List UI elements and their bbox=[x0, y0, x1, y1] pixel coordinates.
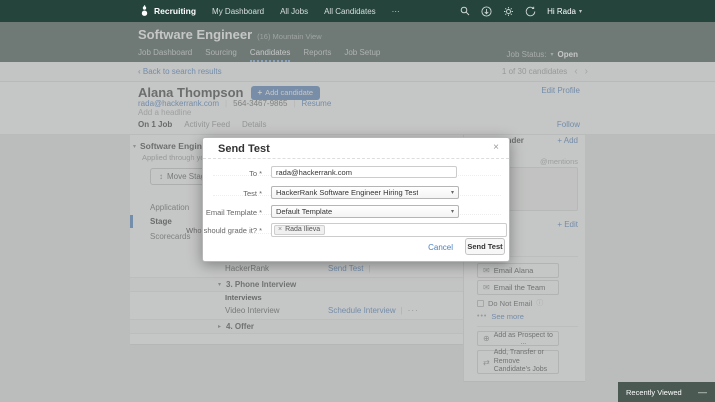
remove-tag-icon[interactable]: × bbox=[278, 226, 282, 233]
close-icon[interactable]: × bbox=[493, 142, 499, 153]
greenhouse-logo-icon bbox=[140, 5, 149, 17]
email-template-select[interactable]: Default Template ▾ bbox=[271, 205, 459, 218]
modal-title: Send Test bbox=[218, 143, 270, 155]
test-select-value: HackerRank Software Engineer Hiring Test bbox=[276, 188, 418, 197]
user-greeting: Hi Rada bbox=[547, 7, 576, 16]
grader-tag: × Rada Ilieva bbox=[274, 225, 325, 235]
user-menu[interactable]: Hi Rada ▾ bbox=[547, 7, 582, 16]
modal-header: Send Test × bbox=[203, 138, 509, 159]
chevron-down-icon: ▾ bbox=[451, 208, 454, 215]
nav-more-menu[interactable]: ··· bbox=[392, 7, 400, 16]
search-icon[interactable] bbox=[460, 6, 470, 16]
to-label: To * bbox=[249, 169, 262, 178]
grader-label: Who should grade it? * bbox=[186, 226, 262, 235]
to-input[interactable] bbox=[271, 166, 457, 178]
recently-viewed-title: Recently Viewed bbox=[626, 388, 682, 397]
recently-viewed-bar[interactable]: Recently Viewed — bbox=[618, 382, 715, 402]
navbar-right: Hi Rada ▾ bbox=[460, 0, 582, 22]
navbar-left: Recruiting My Dashboard All Jobs All Can… bbox=[140, 0, 400, 22]
grader-tag-name: Rada Ilieva bbox=[285, 226, 320, 233]
top-navbar: Recruiting My Dashboard All Jobs All Can… bbox=[0, 0, 715, 22]
cancel-link[interactable]: Cancel bbox=[428, 243, 453, 252]
settings-gear-icon[interactable] bbox=[503, 6, 514, 17]
product-name: Recruiting bbox=[154, 6, 196, 16]
chevron-down-icon: ▾ bbox=[451, 189, 454, 196]
chevron-down-icon: ▾ bbox=[579, 8, 582, 15]
nav-all-candidates[interactable]: All Candidates bbox=[324, 7, 376, 16]
email-template-label: Email Template * bbox=[206, 208, 262, 217]
minimize-icon[interactable]: — bbox=[698, 387, 707, 397]
nav-my-dashboard[interactable]: My Dashboard bbox=[212, 7, 264, 16]
recruiting-brand[interactable]: Recruiting bbox=[140, 5, 196, 17]
test-label: Test * bbox=[243, 189, 262, 198]
app-screen: Recruiting My Dashboard All Jobs All Can… bbox=[0, 0, 715, 402]
send-test-modal: Send Test × To * Test * HackerRank Softw… bbox=[202, 137, 510, 262]
nav-all-jobs[interactable]: All Jobs bbox=[280, 7, 308, 16]
test-select[interactable]: HackerRank Software Engineer Hiring Test… bbox=[271, 186, 459, 199]
updates-icon[interactable] bbox=[481, 6, 492, 17]
email-template-value: Default Template bbox=[276, 207, 332, 216]
grader-input[interactable]: × Rada Ilieva bbox=[271, 223, 507, 237]
send-test-button[interactable]: Send Test bbox=[465, 238, 505, 255]
history-icon[interactable] bbox=[525, 6, 536, 17]
